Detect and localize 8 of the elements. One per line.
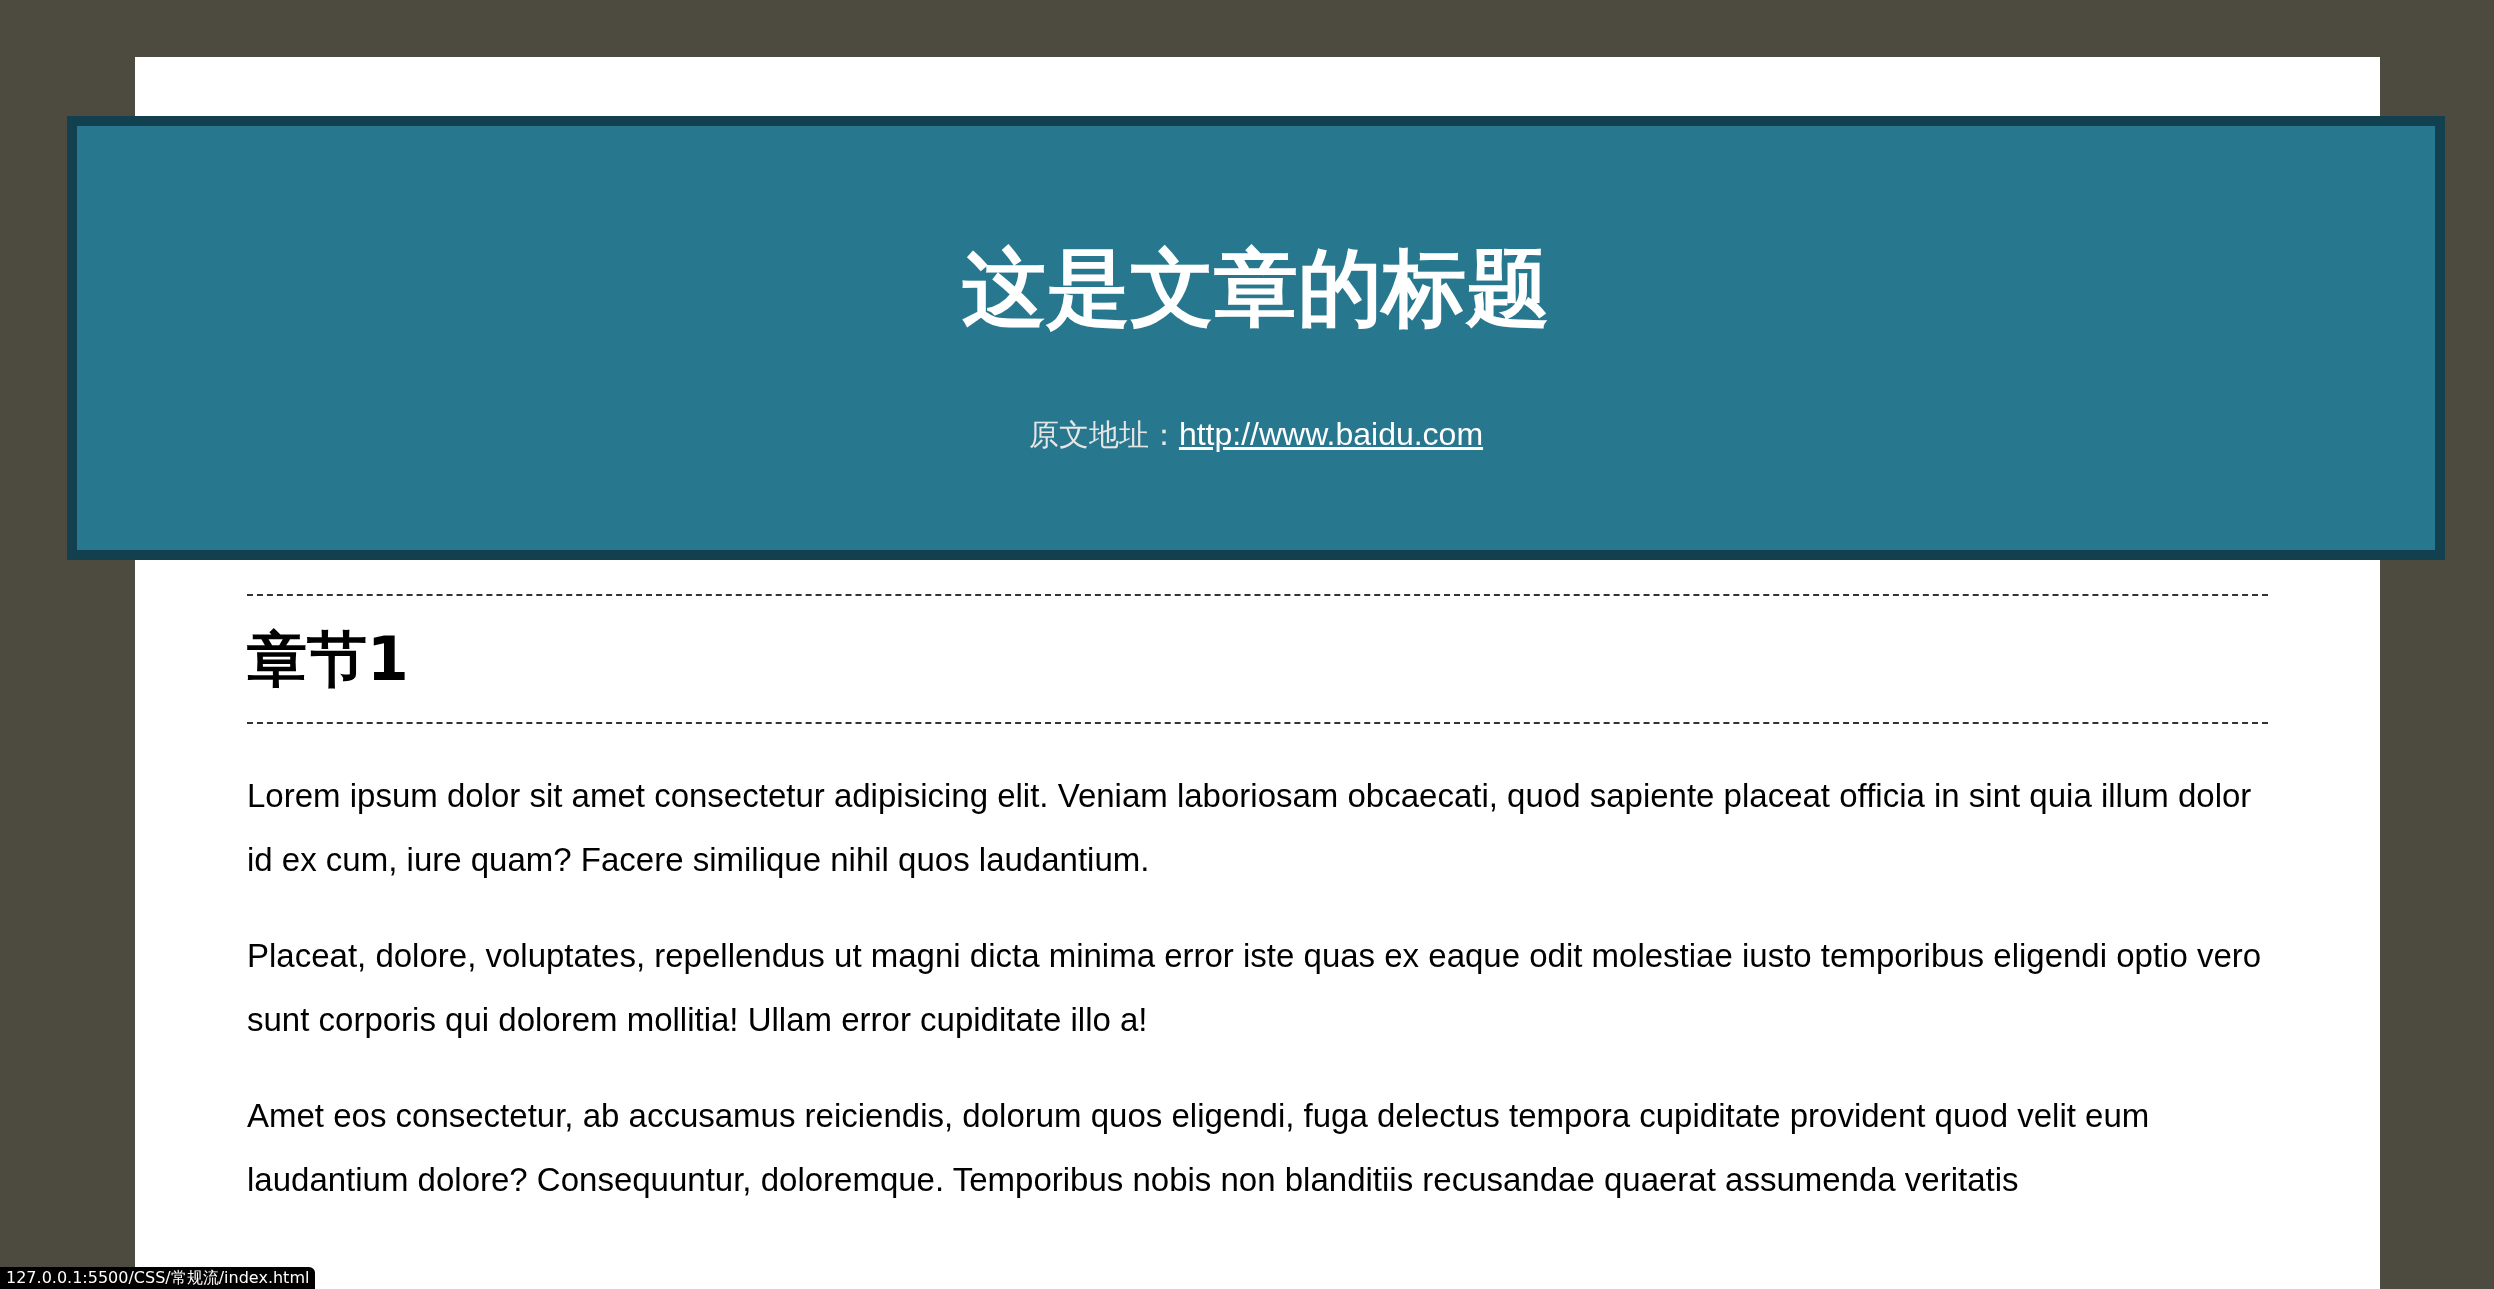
source-link[interactable]: http://www.baidu.com	[1178, 414, 1484, 454]
source-label: 原文地址：	[1028, 416, 1179, 454]
status-bar: 127.0.0.1:5500/CSS/常规流/index.html	[0, 1267, 316, 1289]
paragraph: Lorem ipsum dolor sit amet consectetur adipisicing elit. Veniam laboriosam obcaecati, quod sapiente placeat officia in sint quia illum dolor id ex cum, iure quam? Facere similique nihil quos laudantium.	[247, 776, 2253, 880]
section-heading: 章节1	[247, 594, 2268, 724]
article-title: 这是文章的标题	[962, 238, 1550, 338]
paragraph: Amet eos consectetur, ab accusamus reiciendis, dolorum quos eligendi, fuga delectus tempora cupiditate provident quod velit eum laudantium dolore? Consequuntur, doloremque. Temporibus nobis non blanditiis recusandae quaerat assumenda veritatis	[247, 1096, 2151, 1200]
paragraph: Placeat, dolore, voluptates, repellendus ut magni dicta minima error iste quas ex eaque odit molestiae iusto temporibus eligendi optio vero sunt corporis qui dolorem mollitia! Ullam error cupiditate illo a!	[247, 936, 2263, 1040]
